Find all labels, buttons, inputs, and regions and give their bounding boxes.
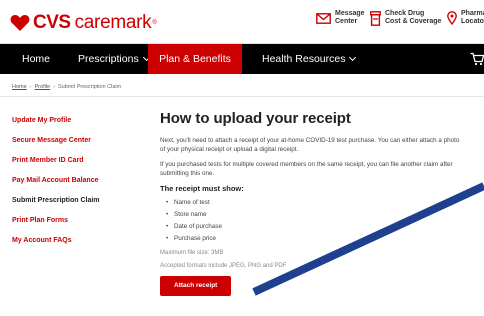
logo-caremark-text: caremark	[74, 12, 152, 33]
message-center-link[interactable]: Message Center	[316, 10, 365, 26]
nav-health-resources-label: Health Resources	[262, 53, 346, 65]
multiple-members-paragraph: If you purchased tests for multiple cove…	[160, 161, 453, 177]
sidebar-item-submit-prescription-claim[interactable]: Submit Prescription Claim	[12, 196, 102, 205]
pill-bottle-icon	[370, 10, 381, 26]
accepted-formats-text: Accepted formats include JPEG, PNG and P…	[160, 263, 287, 269]
pharmacy-locator-line1: Pharma	[461, 10, 484, 17]
nav-home[interactable]: Home	[22, 44, 50, 74]
location-pin-icon	[447, 11, 457, 25]
list-item: Purchase price	[166, 233, 480, 245]
envelope-icon	[316, 12, 331, 24]
top-header: CVS caremark ® Message Center Check Drug…	[0, 0, 484, 44]
sidebar-item-secure-message-center[interactable]: Secure Message Center	[12, 136, 132, 145]
main-content: How to upload your receipt Next, you'll …	[160, 110, 480, 296]
breadcrumb-profile[interactable]: Profile	[35, 84, 51, 90]
check-drug-cost-link[interactable]: Check Drug Cost & Coverage	[370, 10, 441, 26]
breadcrumb-separator: ›	[29, 84, 32, 90]
page-title: How to upload your receipt	[160, 110, 351, 127]
attach-receipt-button[interactable]: Attach receipt	[160, 276, 232, 296]
list-item: Name of test	[166, 197, 480, 209]
sidebar-item-update-profile[interactable]: Update My Profile	[12, 116, 132, 125]
logo-registered-mark: ®	[152, 20, 157, 26]
nav-prescriptions-label: Prescriptions	[78, 53, 139, 65]
breadcrumb-home[interactable]: Home	[12, 84, 27, 90]
sidebar-item-account-faqs[interactable]: My Account FAQs	[12, 236, 132, 245]
list-item: Date of purchase	[166, 221, 480, 233]
nav-plan-benefits[interactable]: Plan & Benefits	[148, 44, 242, 74]
max-file-size-text: Maximum file size: 3MB	[160, 250, 224, 256]
message-center-line2: Center	[335, 18, 358, 25]
sidebar-item-pay-mail-balance[interactable]: Pay Mail Account Balance	[12, 176, 102, 185]
breadcrumb-separator: ›	[53, 84, 55, 90]
cart-icon[interactable]	[470, 52, 484, 66]
breadcrumb-divider	[0, 96, 484, 97]
chevron-down-icon	[349, 53, 357, 62]
pharmacy-locator-line2: Locato	[461, 18, 484, 25]
sidebar-item-print-plan-forms[interactable]: Print Plan Forms	[12, 216, 132, 225]
nav-health-resources[interactable]: Health Resources	[262, 44, 357, 74]
check-drug-line2: Cost & Coverage	[385, 18, 442, 25]
account-sidebar: Update My Profile Secure Message Center …	[12, 116, 132, 256]
main-nav: Home Prescriptions Plan & Benefits Healt…	[0, 44, 484, 74]
receipt-requirements-list: Name of test Store name Date of purchase…	[166, 197, 480, 245]
heart-logo-icon	[10, 15, 30, 31]
sidebar-item-print-member-id[interactable]: Print Member ID Card	[12, 156, 132, 165]
breadcrumb-current: Submit Prescription Claim	[57, 84, 122, 90]
list-item: Store name	[166, 209, 480, 221]
breadcrumb: Home › Profile › Submit Prescription Claim	[12, 84, 121, 90]
message-center-line1: Message	[335, 10, 365, 17]
cvs-caremark-logo[interactable]: CVS caremark ®	[10, 12, 157, 34]
pharmacy-locator-link[interactable]: Pharma Locato	[447, 10, 484, 26]
logo-cvs-text: CVS	[33, 12, 71, 33]
receipt-requirements-heading: The receipt must show:	[160, 184, 244, 193]
intro-paragraph: Next, you'll need to attach a receipt of…	[160, 137, 460, 153]
check-drug-line1: Check Drug	[385, 10, 425, 17]
nav-prescriptions[interactable]: Prescriptions	[78, 44, 150, 74]
